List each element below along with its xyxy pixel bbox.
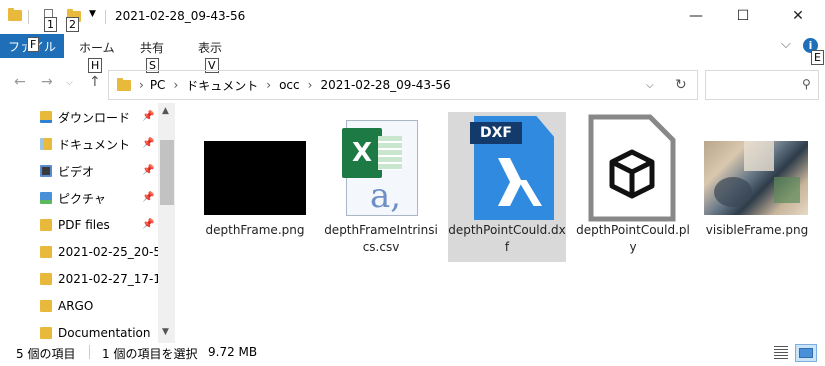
navigation-bar: ← → ⌵ ↑ › PC › ドキュメント › occ › 2021-02-28… — [0, 66, 825, 102]
documents-folder-icon — [40, 138, 52, 150]
download-folder-icon — [40, 111, 52, 123]
title-separator-2 — [105, 10, 106, 24]
dxf-file-icon: DXF — [470, 116, 554, 220]
sidebar-item-2021-02-27[interactable]: 2021-02-27_17-1 — [40, 266, 165, 292]
file-item-visibleframe-png[interactable]: visibleFrame.png — [698, 112, 816, 262]
3d-object-icon — [588, 114, 676, 222]
sidebar-item-label: PDF files — [58, 218, 110, 232]
folder-icon — [40, 219, 52, 231]
address-separator[interactable]: › — [173, 78, 178, 92]
png-thumbnail-icon — [204, 141, 306, 215]
breadcrumb-current-folder[interactable]: 2021-02-28_09-43-56 — [320, 78, 450, 92]
file-item-depthframe-png[interactable]: depthFrame.png — [196, 112, 314, 262]
navigation-pane: ダウンロード 📌 ドキュメント 📌 ビデオ 📌 ピクチャ 📌 PDF files… — [0, 103, 180, 343]
address-separator[interactable]: › — [266, 78, 271, 92]
window-title: 2021-02-28_09-43-56 — [115, 9, 246, 23]
close-button[interactable]: ✕ — [775, 0, 821, 31]
key-tip-f: F — [27, 37, 40, 52]
pin-icon[interactable]: 📌 — [142, 111, 154, 122]
sidebar-item-documentation[interactable]: Documentation — [40, 320, 165, 343]
selection-info: 1 個の項目を選択 — [102, 347, 198, 361]
sidebar-item-label: Documentation — [58, 326, 151, 340]
selection-size: 9.72 MB — [208, 345, 258, 359]
item-count: 5 個の項目 — [16, 347, 76, 361]
excel-csv-icon: X a, — [342, 120, 420, 218]
sidebar-item-label: ピクチャ — [58, 191, 106, 206]
forward-icon[interactable]: → — [41, 74, 53, 90]
tab-home[interactable]: ホーム — [79, 39, 115, 56]
scroll-down-icon[interactable]: ▼ — [162, 327, 169, 337]
minimize-button[interactable]: — — [673, 0, 719, 31]
file-item-depthpointcould-dxf[interactable]: DXF depthPointCould.dxf — [448, 112, 566, 262]
pin-icon[interactable]: 📌 — [142, 165, 154, 176]
pictures-folder-icon — [40, 192, 52, 204]
breadcrumb-occ[interactable]: occ — [279, 78, 300, 92]
recent-locations-icon[interactable]: ⌵ — [66, 78, 73, 88]
folder-icon — [40, 300, 52, 312]
ribbon: ファイル F ホーム H 共有 S 表示 V ⌵ i E — [0, 33, 825, 73]
refresh-icon[interactable]: ↻ — [675, 77, 687, 93]
pin-icon[interactable]: 📌 — [142, 192, 154, 203]
address-folder-icon — [117, 78, 133, 92]
customize-quick-access-icon[interactable]: ▼ — [89, 9, 96, 19]
pin-icon[interactable]: 📌 — [142, 138, 154, 149]
videos-folder-icon — [40, 165, 52, 177]
tab-share[interactable]: 共有 — [140, 39, 164, 56]
key-tip-e: E — [811, 50, 824, 65]
status-separator — [89, 345, 90, 359]
image-thumbnail-icon — [704, 141, 808, 215]
breadcrumb-documents[interactable]: ドキュメント — [186, 77, 258, 94]
address-dropdown-icon[interactable]: ⌵ — [646, 80, 654, 91]
breadcrumb-pc[interactable]: PC — [150, 78, 166, 92]
nav-pane-scroll-thumb[interactable] — [160, 140, 174, 205]
sidebar-item-2021-02-25[interactable]: 2021-02-25_20-5 — [40, 239, 165, 265]
folder-icon — [40, 327, 52, 339]
details-view-icon[interactable] — [774, 346, 788, 359]
sidebar-item-argo[interactable]: ARGO — [40, 293, 165, 319]
file-name: depthPointCould.ply — [576, 223, 690, 254]
key-tip-2: 2 — [66, 17, 79, 32]
file-item-depthframeintrinsics-csv[interactable]: X a, depthFrameIntrinsics.csv — [322, 112, 440, 262]
search-icon[interactable]: ⚲ — [802, 77, 811, 91]
scroll-up-icon[interactable]: ▲ — [162, 106, 169, 116]
file-name: visibleFrame.png — [705, 223, 809, 237]
file-name: depthFrameIntrinsics.csv — [324, 223, 438, 254]
maximize-button[interactable]: ☐ — [720, 0, 766, 31]
address-bar[interactable]: › PC › ドキュメント › occ › 2021-02-28_09-43-5… — [108, 70, 698, 100]
status-bar: 5 個の項目 1 個の項目を選択 9.72 MB — [0, 343, 825, 366]
sidebar-item-label: 2021-02-27_17-1 — [58, 272, 161, 286]
address-separator[interactable]: › — [308, 78, 313, 92]
file-name: depthFrame.png — [205, 223, 305, 237]
sidebar-item-label: ダウンロード — [58, 110, 131, 125]
sidebar-item-label: ビデオ — [58, 164, 95, 179]
sidebar-item-label: ARGO — [58, 299, 94, 313]
file-item-depthpointcould-ply[interactable]: depthPointCould.ply — [574, 112, 692, 262]
expand-ribbon-icon[interactable]: ⌵ — [781, 37, 791, 52]
nav-pane-scrollbar[interactable] — [158, 103, 175, 343]
address-separator[interactable]: › — [139, 78, 144, 92]
sidebar-item-label: 2021-02-25_20-5 — [58, 245, 161, 259]
up-icon[interactable]: ↑ — [89, 74, 101, 90]
search-box[interactable]: ⚲ — [705, 70, 819, 100]
large-icons-view-icon[interactable] — [795, 344, 817, 362]
title-separator — [28, 10, 29, 24]
sidebar-item-label: ドキュメント — [58, 137, 131, 152]
pin-icon[interactable]: 📌 — [142, 219, 154, 230]
file-name: depthPointCould.dxf — [448, 223, 566, 254]
folder-icon — [40, 273, 52, 285]
folder-icon — [40, 246, 52, 258]
title-bar: 1 2 ▼ 2021-02-28_09-43-56 — ☐ ✕ — [0, 0, 825, 33]
back-icon[interactable]: ← — [14, 74, 26, 90]
tab-view[interactable]: 表示 — [198, 39, 222, 56]
search-input[interactable] — [710, 75, 794, 95]
key-tip-1: 1 — [44, 17, 57, 32]
